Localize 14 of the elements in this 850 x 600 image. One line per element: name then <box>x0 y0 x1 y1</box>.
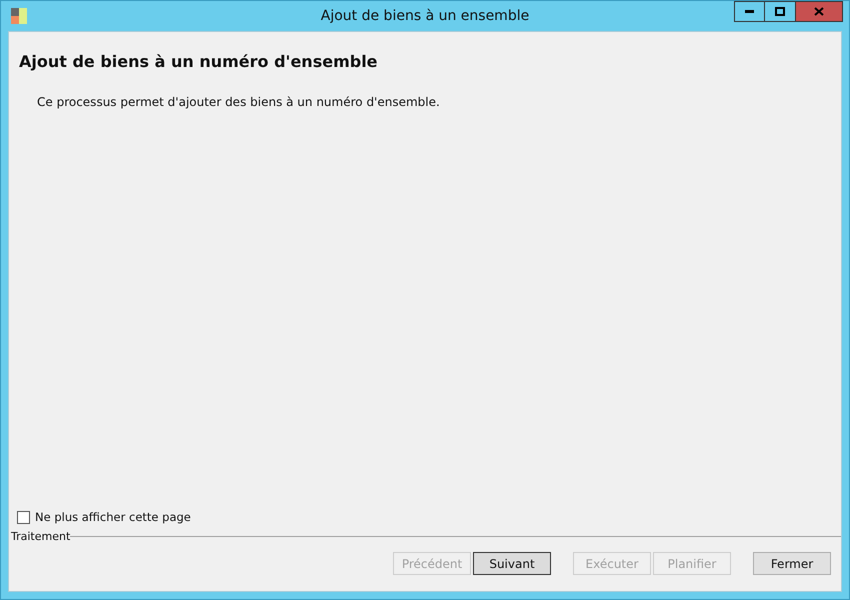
window-title: Ajout de biens à un ensemble <box>320 8 530 24</box>
close-button[interactable] <box>796 1 843 22</box>
checkbox[interactable] <box>17 510 30 524</box>
close-icon <box>814 7 824 16</box>
wizard-button[interactable]: Suivant <box>473 552 551 575</box>
app-logo-icon <box>10 7 28 25</box>
description-text: Ce processus permet d'ajouter des biens à un numéro d'ensemble. <box>37 95 441 109</box>
maximize-icon <box>775 7 785 16</box>
wizard-button[interactable]: Fermer <box>753 552 831 575</box>
minimize-button[interactable] <box>734 1 765 22</box>
checkbox-label[interactable]: Ne plus afficher cette page <box>35 510 191 524</box>
minimize-icon <box>745 10 754 13</box>
group-label: Traitement <box>11 530 70 543</box>
page-heading: Ajout de biens à un numéro d'ensemble <box>19 52 379 71</box>
